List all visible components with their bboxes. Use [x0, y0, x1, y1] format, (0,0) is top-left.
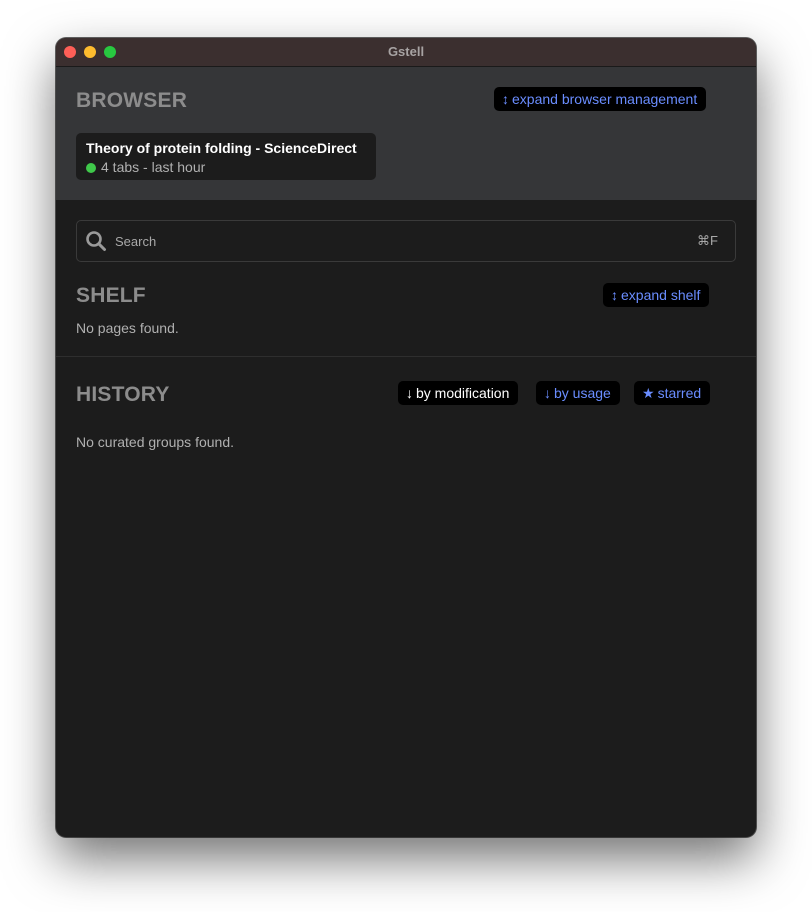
search-input[interactable] — [115, 221, 675, 261]
history-empty-message: No curated groups found. — [76, 434, 234, 450]
starred-filter-button[interactable]: ★ starred — [634, 381, 711, 405]
title-bar[interactable]: Gstell — [56, 38, 756, 67]
tab-group-meta-text: 4 tabs - last hour — [101, 159, 206, 175]
star-icon: ★ — [642, 385, 655, 401]
browser-heading: BROWSER — [76, 89, 188, 112]
sort-by-usage-label: by usage — [554, 385, 611, 401]
expand-shelf-button[interactable]: ↕ expand shelf — [603, 283, 710, 307]
window-title: Gstell — [387, 44, 425, 59]
search-icon — [86, 231, 106, 251]
tab-group-title: Theory of protein folding - ScienceDirec… — [86, 140, 357, 156]
shelf-heading: SHELF — [76, 284, 146, 307]
sort-by-usage-button[interactable]: ↓ by usage — [536, 381, 620, 405]
browser-tab-group-card[interactable]: Theory of protein folding - ScienceDirec… — [76, 133, 376, 180]
sort-by-modification-label: by modification — [416, 385, 510, 401]
tab-group-meta: 4 tabs - last hour — [86, 159, 205, 175]
search-shortcut-hint: ⌘F — [697, 233, 718, 248]
sort-by-modification-button[interactable]: ↓ by modification — [398, 381, 519, 405]
starred-filter-label: starred — [657, 385, 702, 401]
arrow-down-icon: ↓ — [544, 385, 551, 401]
status-dot-icon — [86, 163, 96, 173]
expand-browser-management-button[interactable]: ↕ expand browser management — [494, 87, 707, 111]
history-heading: HISTORY — [76, 383, 170, 406]
browser-section: BROWSER ↕ expand browser management Theor… — [56, 67, 756, 200]
app-window: Gstell BROWSER ↕ expand browser managemen… — [56, 38, 756, 837]
expand-vertical-icon: ↕ — [502, 91, 509, 107]
arrow-down-icon: ↓ — [406, 385, 413, 401]
expand-vertical-icon: ↕ — [611, 287, 618, 303]
shelf-empty-message: No pages found. — [76, 320, 179, 336]
section-divider — [56, 356, 756, 357]
expand-browser-management-label: expand browser management — [512, 91, 698, 107]
search-bar[interactable]: ⌘F — [76, 220, 736, 262]
expand-shelf-label: expand shelf — [621, 287, 701, 303]
